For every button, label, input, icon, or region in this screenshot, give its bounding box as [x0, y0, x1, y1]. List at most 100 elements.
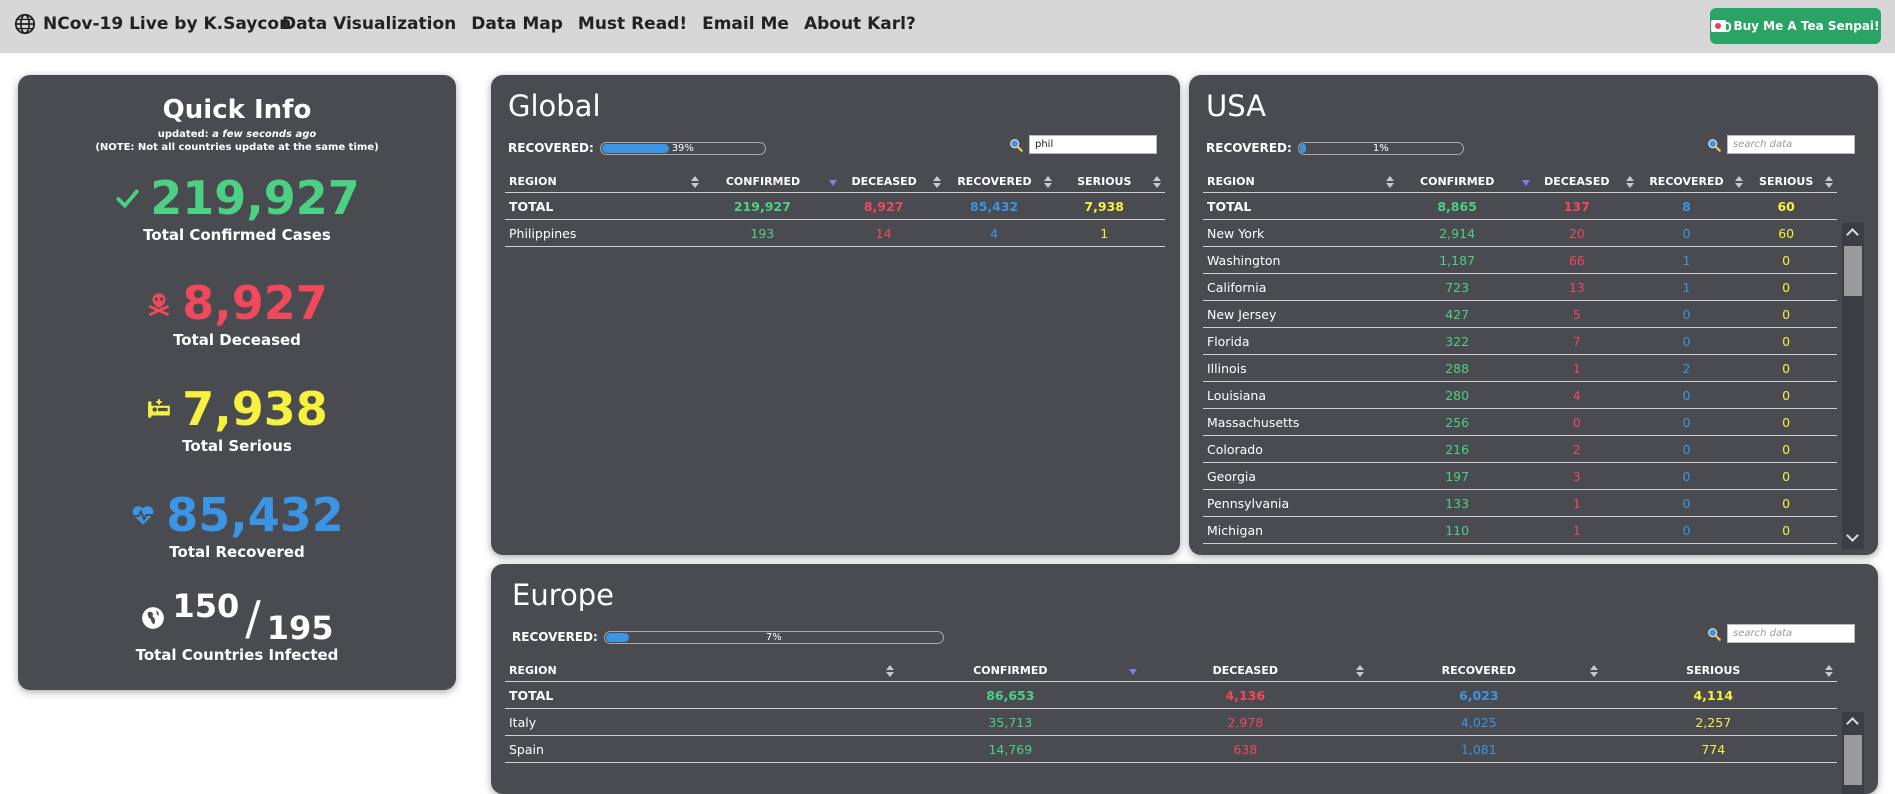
table-row[interactable]: California 723 13 1 0 [1203, 274, 1837, 301]
sort-icon[interactable] [1735, 175, 1744, 188]
table-row[interactable]: Georgia 197 3 0 0 [1203, 463, 1837, 490]
sort-icon[interactable] [1386, 175, 1395, 188]
sort-icon[interactable] [1625, 175, 1634, 188]
nav-links: Data Visualization Data Map Must Read! E… [282, 14, 916, 34]
column-header-serious[interactable]: SERIOUS [1602, 660, 1837, 682]
global-search-input[interactable] [1029, 135, 1157, 154]
column-header-label: DECEASED [1544, 174, 1610, 188]
scroll-down-arrow-icon[interactable] [1842, 527, 1864, 549]
nav-email-me[interactable]: Email Me [702, 14, 789, 34]
column-header-confirmed[interactable]: CONFIRMED [1398, 171, 1530, 193]
usa-search-input[interactable] [1727, 135, 1855, 154]
cell-confirmed: 322 [1445, 333, 1470, 349]
sort-icon[interactable] [1825, 175, 1834, 188]
sort-icon[interactable] [1043, 175, 1052, 188]
cell-deceased: 5 [1572, 306, 1581, 322]
sort-icon[interactable] [933, 175, 942, 188]
serious-stat: 7,938 Total Serious [18, 381, 456, 455]
nav-data-map[interactable]: Data Map [471, 14, 563, 34]
check-icon [116, 189, 139, 209]
europe-scrollbar[interactable] [1842, 712, 1864, 794]
cell-confirmed: 86,653 [986, 687, 1035, 703]
cell-region: Colorado [1207, 441, 1263, 457]
column-header-confirmed[interactable]: CONFIRMED [703, 171, 837, 193]
europe-recovered-label: RECOVERED: [512, 630, 598, 644]
sort-icon[interactable] [1153, 175, 1161, 188]
cell-confirmed: 1,187 [1439, 252, 1476, 268]
europe-scroll-thumb[interactable] [1844, 735, 1862, 785]
cell-serious: 4,114 [1693, 687, 1734, 703]
column-header-region[interactable]: REGION [1203, 171, 1398, 193]
cell-region: Georgia [1207, 468, 1257, 484]
usa-recovered-label: RECOVERED: [1206, 141, 1292, 155]
column-header-confirmed[interactable]: CONFIRMED [898, 660, 1137, 682]
search-icon[interactable] [1707, 138, 1721, 152]
nav-must-read[interactable]: Must Read! [578, 14, 687, 34]
cell-serious: 1 [1100, 225, 1109, 241]
global-table-header: REGION CONFIRMED DECEASED RECOVERED SERIOUS [505, 171, 1165, 193]
search-icon[interactable] [1707, 627, 1721, 641]
brand-text: NCov-19 Live by K.Saycon [43, 14, 292, 34]
cell-serious: 0 [1782, 306, 1791, 322]
sort-icon[interactable] [1356, 664, 1365, 677]
table-row[interactable]: Washington 1,187 66 1 0 [1203, 247, 1837, 274]
table-row[interactable]: New Jersey 427 5 0 0 [1203, 301, 1837, 328]
column-header-recovered[interactable]: RECOVERED [1368, 660, 1601, 682]
cell-deceased: 13 [1568, 279, 1585, 295]
deceased-stat: 8,927 Total Deceased [18, 275, 456, 349]
cell-region: New Jersey [1207, 306, 1277, 322]
column-header-region[interactable]: REGION [505, 171, 703, 193]
column-header-region[interactable]: REGION [505, 660, 898, 682]
table-row[interactable]: New York 2,914 20 0 60 [1203, 220, 1837, 247]
table-row[interactable]: Colorado 216 2 0 0 [1203, 436, 1837, 463]
heartbeat-icon [132, 506, 155, 525]
column-header-deceased[interactable]: DECEASED [1135, 660, 1368, 682]
cell-recovered: 0 [1682, 522, 1691, 538]
column-header-deceased[interactable]: DECEASED [1528, 171, 1638, 193]
column-header-label: DECEASED [851, 174, 917, 188]
table-row[interactable]: Illinois 288 1 2 0 [1203, 355, 1837, 382]
column-header-serious[interactable]: SERIOUS [1747, 171, 1837, 193]
nav-data-visualization[interactable]: Data Visualization [282, 14, 456, 34]
cell-recovered: 1 [1682, 279, 1691, 295]
table-row[interactable]: Louisiana 280 4 0 0 [1203, 382, 1837, 409]
search-icon[interactable] [1009, 138, 1023, 152]
serious-label: Total Serious [182, 437, 292, 455]
cell-serious: 0 [1782, 441, 1791, 457]
column-header-label: RECOVERED [1441, 663, 1516, 677]
usa-scrollbar[interactable] [1842, 223, 1864, 549]
table-row[interactable]: Italy 35,713 2,978 4,025 2,257 [505, 709, 1837, 736]
table-row[interactable]: Pennsylvania 133 1 0 0 [1203, 490, 1837, 517]
global-recovered-percent: 39% [671, 142, 694, 154]
cell-recovered: 0 [1682, 333, 1691, 349]
table-row[interactable]: Michigan 110 1 0 0 [1203, 517, 1837, 544]
nav-about-karl[interactable]: About Karl? [804, 14, 916, 34]
scroll-up-arrow-icon[interactable] [1842, 223, 1864, 245]
cell-serious: 60 [1777, 198, 1795, 214]
cell-serious: 0 [1782, 468, 1791, 484]
usa-scroll-thumb[interactable] [1844, 246, 1862, 296]
sort-icon[interactable] [691, 175, 699, 188]
column-header-recovered[interactable]: RECOVERED [1638, 171, 1748, 193]
updated-prefix: updated: [157, 129, 209, 140]
cell-recovered: 2 [1682, 360, 1691, 376]
sort-icon[interactable] [1824, 664, 1833, 677]
table-row[interactable]: Spain 14,769 638 1,081 774 [505, 736, 1837, 763]
buy-tea-button[interactable]: Buy Me A Tea Senpai! [1710, 8, 1881, 44]
cell-deceased: 0 [1572, 414, 1581, 430]
europe-search-input[interactable] [1727, 624, 1855, 643]
cell-recovered: 0 [1682, 495, 1691, 511]
column-header-recovered[interactable]: RECOVERED [945, 171, 1055, 193]
global-recovered-row: RECOVERED: 39% [508, 141, 766, 155]
scroll-up-arrow-icon[interactable] [1842, 712, 1864, 734]
cell-deceased: 4 [1572, 387, 1581, 403]
cell-serious: 0 [1782, 279, 1791, 295]
sort-icon[interactable] [1589, 664, 1598, 677]
brand[interactable]: NCov-19 Live by K.Saycon [14, 13, 291, 35]
column-header-serious[interactable]: SERIOUS [1056, 171, 1165, 193]
table-row[interactable]: Philippines 193 14 4 1 [505, 220, 1165, 247]
column-header-deceased[interactable]: DECEASED [835, 171, 945, 193]
sort-icon[interactable] [886, 664, 895, 677]
table-row[interactable]: Florida 322 7 0 0 [1203, 328, 1837, 355]
table-row[interactable]: Massachusetts 256 0 0 0 [1203, 409, 1837, 436]
